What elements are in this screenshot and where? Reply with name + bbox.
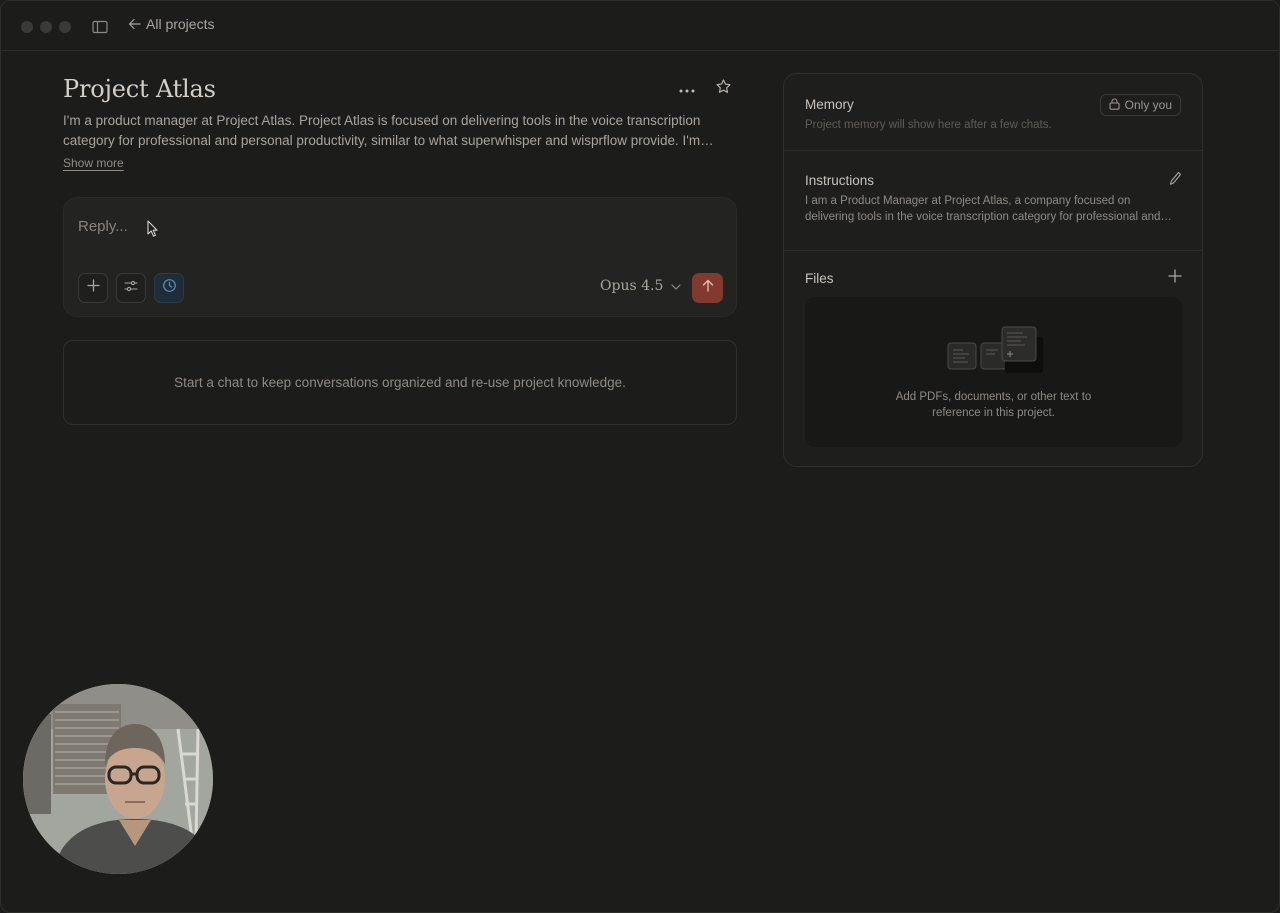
webcam-video: [23, 684, 213, 874]
send-button[interactable]: [692, 273, 723, 303]
add-attachment-button[interactable]: [78, 273, 108, 303]
plus-icon: [1168, 269, 1182, 287]
add-file-button[interactable]: [1168, 269, 1182, 288]
memory-visibility-badge[interactable]: Only you: [1099, 94, 1181, 116]
memory-subtitle: Project memory will show here after a fe…: [805, 119, 1052, 131]
lock-icon: [1109, 97, 1120, 113]
window-close-button[interactable]: [21, 21, 33, 33]
sidebar-toggle-icon[interactable]: [92, 20, 108, 34]
empty-state-text: Start a chat to keep conversations organ…: [174, 375, 626, 390]
more-options-button[interactable]: [677, 79, 697, 99]
plus-icon: [86, 279, 100, 297]
all-projects-link[interactable]: All projects: [128, 16, 214, 32]
model-label: Opus 4.5: [600, 278, 664, 294]
clock-icon: [162, 278, 177, 298]
page-title: Project Atlas: [63, 75, 216, 103]
visibility-label: Only you: [1124, 98, 1172, 112]
instructions-text: I am a Product Manager at Project Atlas,…: [805, 195, 1161, 223]
more-horizontal-icon: [679, 80, 695, 98]
window-zoom-button[interactable]: [59, 21, 71, 33]
project-knowledge-panel: Memory Only you Project memory will show…: [783, 73, 1203, 467]
files-section: Files Add PDFs, documents, or other text…: [784, 251, 1202, 466]
arrow-up-icon: [702, 279, 714, 297]
dropzone-text-line1: Add PDFs, documents, or other text to: [895, 391, 1092, 403]
sliders-icon: [124, 279, 138, 297]
dropzone-text: Add PDFs, documents, or other text to re…: [805, 389, 1182, 421]
reply-input[interactable]: [78, 214, 718, 238]
extended-thinking-toggle[interactable]: [154, 273, 184, 303]
dropzone-text-line2: reference in this project.: [932, 407, 1055, 419]
star-button[interactable]: [713, 79, 733, 99]
chevron-down-icon: [671, 278, 681, 294]
pencil-icon: [1169, 171, 1182, 190]
files-title: Files: [805, 271, 834, 286]
memory-section: Memory Only you Project memory will show…: [784, 74, 1202, 151]
project-description: I'm a product manager at Project Atlas. …: [63, 113, 701, 148]
title-actions: [677, 79, 733, 99]
tools-settings-button[interactable]: [116, 273, 146, 303]
mouse-cursor-icon: [147, 220, 159, 243]
edit-instructions-button[interactable]: [1169, 171, 1182, 191]
memory-title: Memory: [805, 97, 854, 112]
app-window: All projects Project Atlas I'm a product…: [0, 0, 1280, 913]
instructions-title: Instructions: [805, 173, 875, 188]
arrow-left-icon: [128, 18, 141, 30]
title-bar: All projects: [1, 1, 1279, 51]
window-minimize-button[interactable]: [40, 21, 52, 33]
star-icon: [715, 78, 732, 100]
documents-icon: [947, 325, 1043, 378]
all-projects-label: All projects: [146, 16, 215, 32]
empty-conversations-panel: Start a chat to keep conversations organ…: [63, 340, 737, 425]
instructions-section[interactable]: Instructions I am a Product Manager at P…: [784, 151, 1202, 251]
file-dropzone[interactable]: Add PDFs, documents, or other text to re…: [805, 297, 1182, 447]
show-more-link[interactable]: Show more: [63, 156, 124, 170]
model-selector[interactable]: Opus 4.5: [600, 278, 681, 294]
chat-composer: Opus 4.5: [63, 197, 737, 317]
